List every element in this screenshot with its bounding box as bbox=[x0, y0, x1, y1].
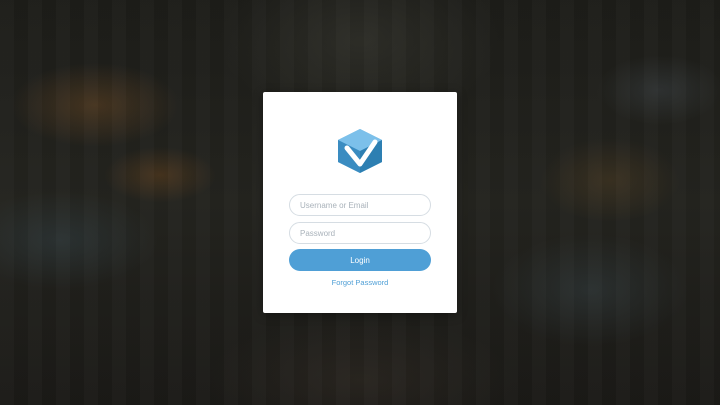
login-card: Login Forgot Password bbox=[263, 92, 457, 313]
login-button[interactable]: Login bbox=[289, 249, 431, 271]
hexagon-check-logo-icon bbox=[338, 129, 382, 173]
username-email-input[interactable] bbox=[289, 194, 431, 216]
forgot-password-link[interactable]: Forgot Password bbox=[263, 278, 457, 287]
password-input[interactable] bbox=[289, 222, 431, 244]
